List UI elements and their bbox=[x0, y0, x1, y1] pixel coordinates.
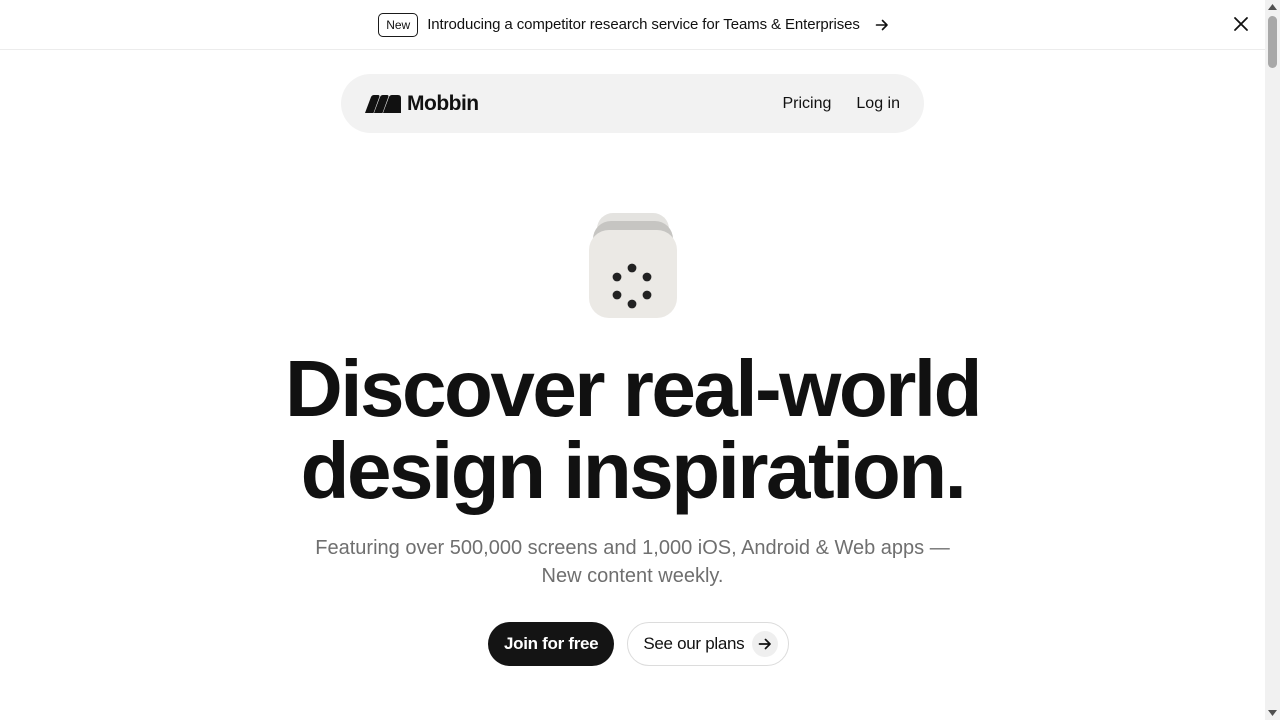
pricing-link[interactable]: Pricing bbox=[783, 95, 832, 113]
nav-links: Pricing Log in bbox=[783, 95, 901, 113]
hero-title: Discover real-world design inspiration. bbox=[0, 348, 1265, 512]
mobbin-logo[interactable]: Mobbin bbox=[365, 92, 479, 116]
scroll-up-icon bbox=[1268, 4, 1277, 10]
new-badge: New bbox=[378, 12, 419, 37]
scroll-down-icon bbox=[1268, 710, 1277, 716]
scroll-up-arrow[interactable] bbox=[1265, 0, 1280, 14]
scrollbar-thumb[interactable] bbox=[1268, 16, 1277, 68]
hero-app-icon bbox=[589, 213, 677, 319]
top-navigation: Mobbin Pricing Log in bbox=[341, 74, 924, 133]
cta-row: Join for free See our plans bbox=[488, 622, 790, 666]
page-scrollbar[interactable] bbox=[1265, 0, 1280, 720]
logo-text: Mobbin bbox=[407, 91, 479, 115]
close-banner-button[interactable] bbox=[1231, 14, 1251, 34]
hero-title-line-2: design inspiration. bbox=[300, 426, 967, 515]
mobbin-logo-icon bbox=[365, 94, 401, 113]
announcement-link[interactable]: New Introducing a competitor research se… bbox=[378, 12, 889, 37]
page: New Introducing a competitor research se… bbox=[0, 0, 1280, 720]
hero-subtitle-line-1: Featuring over 500,000 screens and 1,000… bbox=[315, 537, 950, 559]
loading-dots-icon bbox=[589, 230, 677, 318]
see-our-plans-button[interactable]: See our plans bbox=[627, 622, 790, 666]
arrow-right-icon bbox=[759, 638, 772, 650]
login-link[interactable]: Log in bbox=[856, 95, 900, 113]
scroll-down-arrow[interactable] bbox=[1265, 706, 1280, 720]
hero-subtitle: Featuring over 500,000 screens and 1,000… bbox=[0, 534, 1265, 590]
join-for-free-button[interactable]: Join for free bbox=[488, 622, 615, 666]
hero-subtitle-line-2: New content weekly. bbox=[541, 565, 724, 587]
announcement-banner[interactable]: New Introducing a competitor research se… bbox=[0, 0, 1265, 50]
announcement-text[interactable]: Introducing a competitor research servic… bbox=[427, 16, 860, 33]
hero-title-line-1: Discover real-world bbox=[285, 344, 983, 433]
arrow-circle bbox=[752, 631, 779, 657]
see-our-plans-label: See our plans bbox=[643, 634, 745, 653]
close-icon bbox=[1234, 17, 1248, 31]
arrow-right-icon bbox=[875, 19, 888, 30]
